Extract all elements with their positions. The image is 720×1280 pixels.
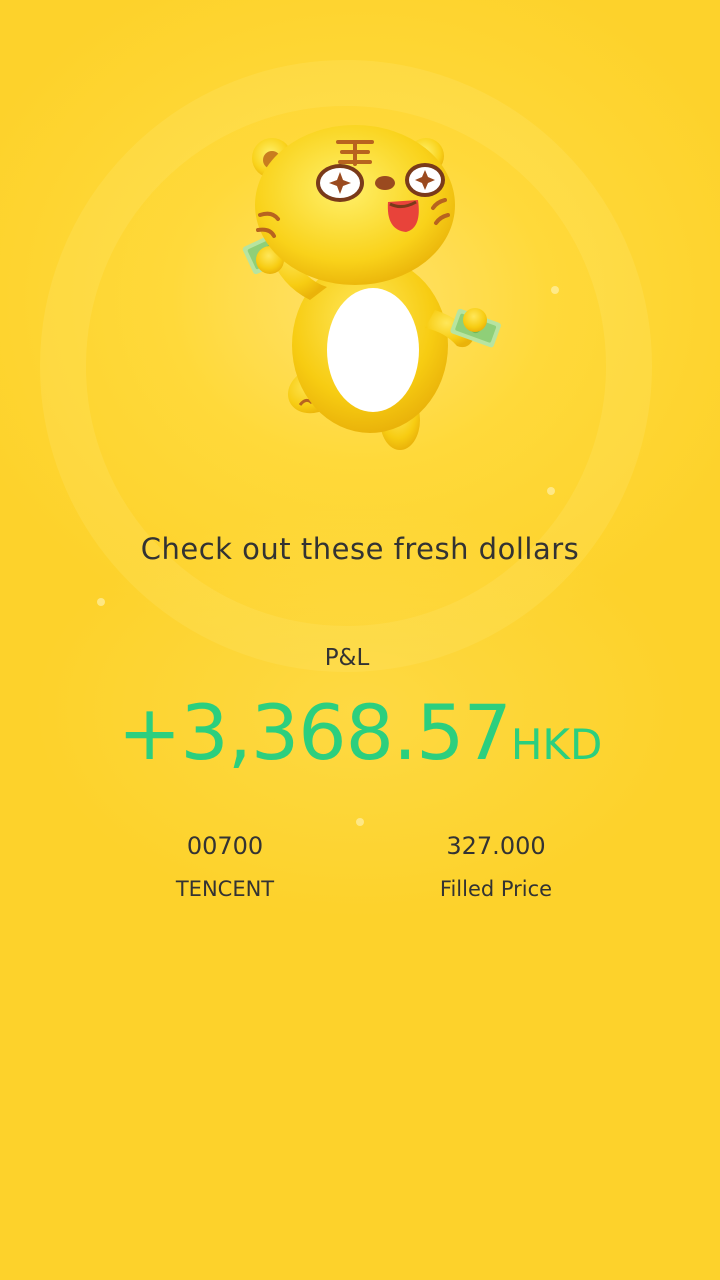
pnl-label: P&L	[324, 645, 370, 671]
sparkle-decoration	[97, 598, 105, 606]
filled-price-value: 327.000	[446, 832, 546, 860]
celebration-message: Check out these fresh dollars	[140, 532, 580, 566]
sparkle-decoration	[356, 818, 364, 826]
pnl-currency: HKD	[510, 720, 603, 769]
pnl-value: +3,368.57HKD	[0, 688, 720, 777]
filled-price-label: Filled Price	[439, 877, 553, 901]
sparkle-decoration	[551, 286, 559, 294]
stock-info: 00700 TENCENT	[115, 828, 335, 906]
stock-code: 00700	[186, 832, 264, 860]
stock-name: TENCENT	[175, 877, 275, 901]
filled-price-info: 327.000 Filled Price	[386, 828, 606, 906]
pnl-amount: +3,368.57	[117, 688, 512, 777]
tiger-mascot-icon	[242, 125, 501, 450]
sparkle-decoration	[547, 487, 555, 495]
